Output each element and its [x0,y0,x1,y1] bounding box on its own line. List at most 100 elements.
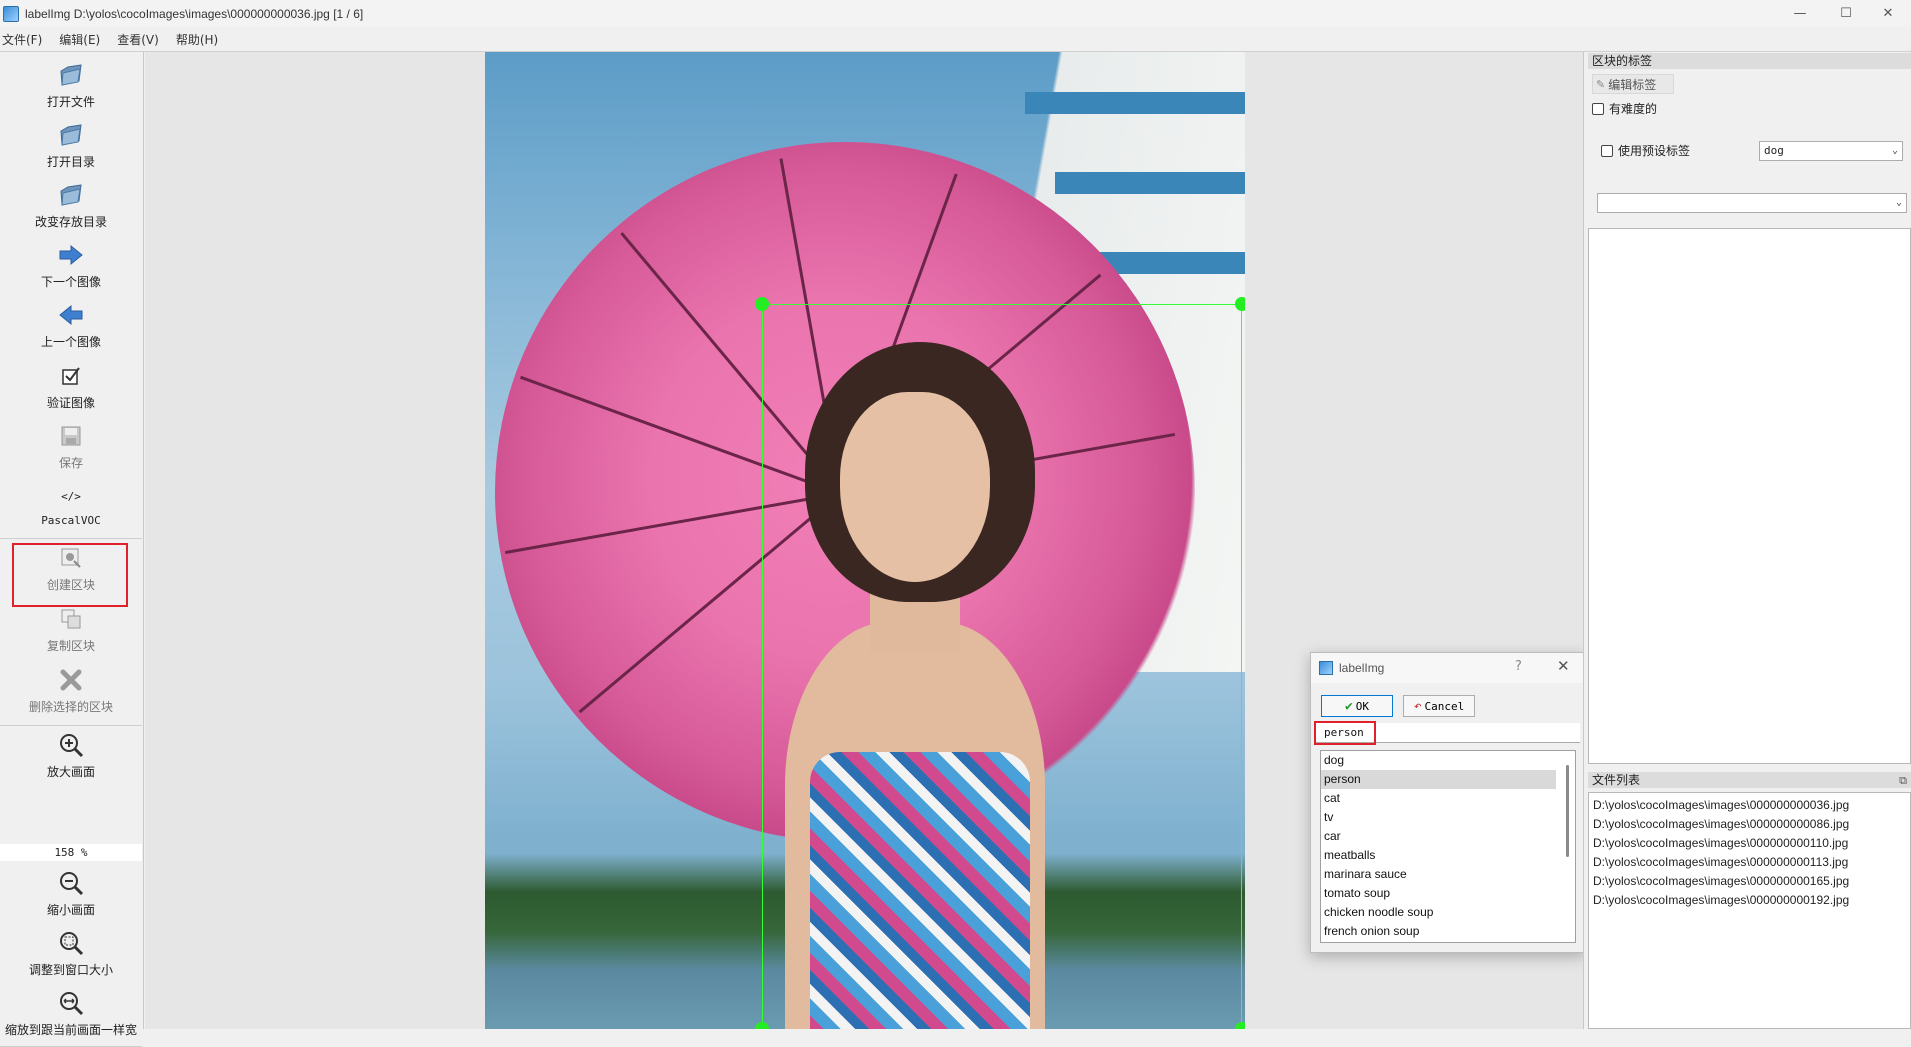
delete-x-icon [57,666,85,694]
label-suggestion-list[interactable]: dog person cat tv car meatballs marinara… [1320,750,1576,943]
zoom-level-spinbox[interactable]: 158 % [0,844,142,861]
edit-label-button[interactable]: ✎ 编辑标签 [1592,74,1674,94]
menu-edit[interactable]: 编辑(E) [59,31,100,48]
zoom-out-label: 缩小画面 [46,903,95,917]
file-list-item[interactable]: D:\yolos\cocoImages\images\000000000192.… [1589,891,1910,910]
use-default-label-text: 使用预设标签 [1618,144,1691,158]
delete-box-label: 删除选择的区块 [28,700,113,714]
checkbox-checked-icon [57,362,85,390]
verify-image-button[interactable]: 验证图像 [0,362,142,411]
dialog-title: labelImg [1339,661,1385,675]
scrollbar[interactable] [1566,765,1569,857]
copy-icon [57,605,85,633]
format-pascalvoc-button[interactable]: </> PascalVOC [0,482,142,528]
ok-label: OK [1355,699,1370,713]
zoom-out-button[interactable]: 缩小画面 [0,869,142,918]
chevron-down-icon: ⌄ [1895,197,1902,208]
float-dock-icon[interactable]: ⧉ [1899,773,1907,789]
list-item[interactable]: marinara sauce [1321,865,1556,884]
change-save-dir-label: 改变存放目录 [34,215,107,229]
verify-image-label: 验证图像 [46,396,95,410]
file-list-item[interactable]: D:\yolos\cocoImages\images\000000000110.… [1589,834,1910,853]
box-label-list[interactable] [1588,228,1911,764]
window-title: labelImg D:\yolos\cocoImages\images\0000… [25,6,364,21]
open-file-label: 打开文件 [46,95,95,109]
list-item[interactable]: tomato soup [1321,884,1556,903]
cancel-button[interactable]: ↶ Cancel [1403,695,1475,717]
edit-pencil-icon: ✎ [1596,77,1606,91]
chevron-down-icon: ⌄ [1891,145,1898,156]
minimize-button[interactable]: — [1777,0,1823,27]
list-item[interactable]: tv [1321,808,1556,827]
maximize-button[interactable]: ☐ [1823,0,1869,27]
bbox-handle[interactable] [1235,1022,1245,1029]
list-item[interactable]: meatballs [1321,846,1556,865]
save-label: 保存 [58,456,83,470]
toolbar-divider [0,725,142,726]
dialog-close-icon[interactable]: ✕ [1557,657,1570,675]
change-save-dir-button[interactable]: 改变存放目录 [0,181,142,230]
checkbox-icon [1592,102,1604,115]
bbox-handle[interactable] [755,297,769,311]
label-filter-combo[interactable]: ⌄ [1597,193,1907,213]
file-list-title-text: 文件列表 [1592,773,1641,787]
default-label-value: dog [1764,144,1784,157]
menu-view[interactable]: 查看(V) [117,31,159,48]
save-button[interactable]: 保存 [0,422,142,471]
bounding-box[interactable] [762,304,1242,1029]
image-canvas[interactable]: labelImg ? ✕ ✔ OK ↶ Cancel person dog pe… [145,52,1584,1029]
open-dir-button[interactable]: 打开目录 [0,121,142,170]
menu-file[interactable]: 文件(F) [2,31,42,48]
menu-help[interactable]: 帮助(H) [176,31,218,48]
fit-width-button[interactable]: 缩放到跟当前画面一样宽 [0,989,142,1038]
right-panel: 区块的标签 ✎ 编辑标签 有难度的 使用预设标签 dog ⌄ ⌄ 文件列表 ⧉ … [1588,52,1911,1029]
open-file-button[interactable]: 打开文件 [0,61,142,110]
fit-window-button[interactable]: 调整到窗口大小 [0,929,142,978]
create-box-highlight [12,543,128,607]
checkbox-icon [1601,144,1613,157]
code-icon: </> [61,489,81,503]
file-list-item[interactable]: D:\yolos\cocoImages\images\000000000036.… [1589,796,1910,815]
delete-box-button[interactable]: 删除选择的区块 [0,666,142,715]
folder-icon [57,61,85,89]
prev-image-button[interactable]: 上一个图像 [0,301,142,350]
file-list-item[interactable]: D:\yolos\cocoImages\images\000000000165.… [1589,872,1910,891]
default-label-combo[interactable]: dog ⌄ [1759,141,1903,161]
edit-label-text: 编辑标签 [1608,77,1657,92]
file-list-item[interactable]: D:\yolos\cocoImages\images\000000000113.… [1589,853,1910,872]
list-item[interactable]: dog [1321,751,1556,770]
bbox-handle[interactable] [755,1022,769,1029]
list-item[interactable]: car [1321,827,1556,846]
next-image-label: 下一个图像 [40,275,101,289]
open-dir-label: 打开目录 [46,155,95,169]
list-item[interactable]: person [1321,770,1556,789]
folder-icon [57,121,85,149]
fit-width-label: 缩放到跟当前画面一样宽 [4,1023,137,1037]
arrow-right-icon [57,241,85,269]
annotated-photo [485,52,1245,1029]
use-default-label-checkbox[interactable]: 使用预设标签 [1601,142,1690,159]
ok-button[interactable]: ✔ OK [1321,695,1393,717]
label-input-highlight [1314,721,1376,745]
title-bar: labelImg D:\yolos\cocoImages\images\0000… [0,0,1911,27]
zoom-in-button[interactable]: 放大画面 [0,731,142,780]
help-icon[interactable]: ? [1515,659,1522,674]
toolbar-divider [0,538,142,539]
next-image-button[interactable]: 下一个图像 [0,241,142,290]
floppy-disk-icon [57,422,85,450]
file-list-item[interactable]: D:\yolos\cocoImages\images\000000000086.… [1589,815,1910,834]
bbox-handle[interactable] [1235,297,1245,311]
file-list[interactable]: D:\yolos\cocoImages\images\000000000036.… [1588,792,1911,1029]
label-dialog: labelImg ? ✕ ✔ OK ↶ Cancel person dog pe… [1310,652,1583,953]
duplicate-box-button[interactable]: 复制区块 [0,605,142,654]
difficult-checkbox[interactable]: 有难度的 [1592,100,1657,117]
dialog-titlebar: labelImg ? ✕ [1311,653,1583,683]
fit-window-label: 调整到窗口大小 [28,963,113,977]
list-item[interactable]: french onion soup [1321,922,1556,941]
folder-icon [57,181,85,209]
close-button[interactable]: ✕ [1865,0,1911,27]
list-item[interactable]: cat [1321,789,1556,808]
list-item[interactable]: chicken noodle soup [1321,903,1556,922]
zoom-in-icon [57,731,85,759]
fit-window-icon [57,929,85,957]
